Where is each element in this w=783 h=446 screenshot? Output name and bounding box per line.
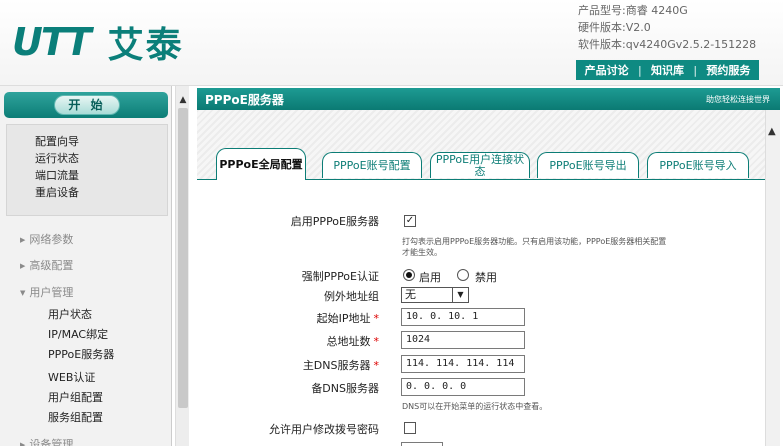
- enable-pppoe-checkbox[interactable]: ✓: [404, 215, 416, 227]
- tab-label: PPPoE账号导出: [549, 158, 627, 172]
- sidebar-item-setup-wizard[interactable]: 配置向导: [35, 133, 167, 150]
- force-auth-disable-label: 禁用: [475, 271, 497, 284]
- exception-group-value: 无: [405, 288, 416, 301]
- force-auth-disable-radio[interactable]: [457, 269, 469, 281]
- link-separator: |: [693, 63, 698, 77]
- required-mark: *: [373, 335, 380, 348]
- force-auth-enable-radio[interactable]: [403, 269, 415, 281]
- required-mark: *: [373, 359, 380, 372]
- total-addr-label: 总地址数 *: [197, 333, 380, 349]
- secondary-dns-input[interactable]: 0. 0. 0. 0: [401, 378, 525, 396]
- collapse-arrow-icon: ▼: [20, 289, 26, 297]
- tab-pppoe-account-import[interactable]: PPPoE账号导入: [647, 152, 749, 178]
- tab-label: PPPoE账号导入: [659, 158, 737, 172]
- start-bar: 开 始: [4, 92, 168, 118]
- force-auth-label: 强制PPPoE认证: [301, 270, 379, 283]
- sidebar-item-port-traffic[interactable]: 端口流量: [35, 167, 167, 184]
- nav-group-label: 网络参数: [29, 233, 74, 246]
- nav-group-advanced[interactable]: ▶ 高级配置: [20, 257, 73, 273]
- allow-change-pwd-label: 允许用户修改拨号密码: [269, 423, 379, 436]
- page-title: PPPoE服务器: [205, 93, 284, 107]
- expand-arrow-icon: ▶: [20, 441, 26, 446]
- tab-pppoe-global-config[interactable]: PPPoE全局配置: [216, 148, 306, 180]
- tab-pppoe-user-connection-status[interactable]: PPPoE用户连接状态: [430, 152, 530, 178]
- sidebar-item-running-status[interactable]: 运行状态: [35, 150, 167, 167]
- link-book-service[interactable]: 预约服务: [706, 62, 750, 78]
- tab-pppoe-account-export[interactable]: PPPoE账号导出: [537, 152, 639, 178]
- dns-hint: DNS可以在开始菜单的运行状态中查看。: [402, 402, 548, 411]
- nav-group-next[interactable]: ▶ 设备管理: [20, 436, 73, 446]
- hardware-version: 硬件版本:V2.0: [578, 21, 651, 34]
- enable-hint-line2: 才能生效。: [402, 248, 442, 257]
- sidebar-item-restart-device[interactable]: 重启设备: [35, 184, 167, 201]
- link-separator: |: [637, 63, 642, 77]
- allow-change-pwd-checkbox[interactable]: [404, 422, 416, 434]
- sidebar-item-service-group[interactable]: 服务组配置: [48, 409, 103, 425]
- enable-hint-line1: 打勾表示启用PPPoE服务器功能。只有启用该功能，PPPoE服务器相关配置: [402, 237, 667, 246]
- enable-pppoe-label: 启用PPPoE服务器: [290, 215, 379, 228]
- slogan-link[interactable]: 助您轻松连接世界: [706, 94, 770, 105]
- main-title-bar: PPPoE服务器 助您轻松连接世界: [197, 88, 780, 110]
- quick-menu: 配置向导 运行状态 端口流量 重启设备: [6, 124, 168, 216]
- secondary-dns-label: 备DNS服务器: [311, 382, 379, 395]
- expand-arrow-icon: ▶: [20, 262, 26, 270]
- scrollbar-thumb[interactable]: [178, 108, 188, 408]
- content-scrollbar[interactable]: ▲: [765, 110, 780, 446]
- scroll-up-arrow-icon[interactable]: ▲: [177, 94, 189, 106]
- tab-label: PPPoE用户连接状态: [435, 152, 525, 178]
- tab-pppoe-account-config[interactable]: PPPoE账号配置: [322, 152, 422, 178]
- primary-dns-label: 主DNS服务器 *: [197, 357, 379, 373]
- sidebar-item-user-status[interactable]: 用户状态: [48, 306, 92, 322]
- total-addr-input[interactable]: 1024: [401, 331, 525, 349]
- tab-label: PPPoE全局配置: [219, 157, 303, 171]
- tab-label: PPPoE账号配置: [333, 158, 411, 172]
- exception-group-label: 例外地址组: [324, 290, 379, 303]
- logo-text: 艾泰: [107, 25, 184, 66]
- software-version: 软件版本:qv4240Gv2.5.2-151228: [578, 38, 757, 51]
- sidebar-item-pppoe-server[interactable]: PPPoE服务器: [48, 346, 114, 362]
- start-ip-input[interactable]: 10. 0. 10. 1: [401, 308, 525, 326]
- expand-arrow-icon: ▶: [20, 236, 26, 244]
- sidebar-scrollbar[interactable]: ▲: [175, 86, 189, 446]
- force-auth-enable-label: 启用: [419, 271, 441, 284]
- total-addr-label-text: 总地址数: [326, 335, 371, 348]
- product-model: 产品型号:商睿 4240G: [578, 4, 688, 17]
- sidebar: 开 始 配置向导 运行状态 端口流量 重启设备 ▶ 网络参数 ▶ 高级配置 ▼ 用户管…: [0, 86, 172, 446]
- page-header: UTT 艾泰 产品型号:商睿 4240G 硬件版本:V2.0 软件版本:qv42…: [0, 0, 783, 86]
- chevron-down-icon: ▼: [452, 288, 468, 302]
- pppoe-global-config-form: 启用PPPoE服务器 ✓ 打勾表示启用PPPoE服务器功能。只有启用该功能，PP…: [197, 179, 765, 446]
- primary-dns-label-text: 主DNS服务器: [302, 359, 371, 372]
- company-logo: UTT 艾泰: [12, 20, 184, 66]
- exception-group-select[interactable]: 无 ▼: [401, 287, 469, 303]
- link-product-discussion[interactable]: 产品讨论: [585, 62, 629, 78]
- sidebar-item-web-auth[interactable]: WEB认证: [48, 369, 95, 385]
- sidebar-item-ip-mac-binding[interactable]: IP/MAC绑定: [48, 326, 108, 342]
- nav-group-network[interactable]: ▶ 网络参数: [20, 231, 73, 247]
- link-knowledge-base[interactable]: 知识库: [651, 62, 684, 78]
- logo-mark: UTT: [12, 20, 92, 64]
- nav-group-label: 用户管理: [29, 286, 74, 299]
- next-field[interactable]: [401, 442, 443, 446]
- nav-group-label: 设备管理: [29, 438, 74, 446]
- product-info: 产品型号:商睿 4240G 硬件版本:V2.0 软件版本:qv4240Gv2.5…: [578, 2, 756, 53]
- required-mark: *: [373, 312, 380, 325]
- start-button[interactable]: 开 始: [54, 95, 120, 115]
- nav-group-user[interactable]: ▼ 用户管理: [20, 284, 73, 300]
- nav-group-label: 高级配置: [29, 259, 74, 272]
- primary-dns-input[interactable]: 114. 114. 114. 114: [401, 355, 525, 373]
- start-ip-label: 起始IP地址 *: [197, 310, 379, 326]
- scroll-up-arrow-icon[interactable]: ▲: [768, 126, 776, 137]
- sidebar-item-user-group[interactable]: 用户组配置: [48, 389, 103, 405]
- top-links: 产品讨论 | 知识库 | 预约服务: [576, 60, 759, 80]
- start-ip-label-text: 起始IP地址: [316, 312, 371, 325]
